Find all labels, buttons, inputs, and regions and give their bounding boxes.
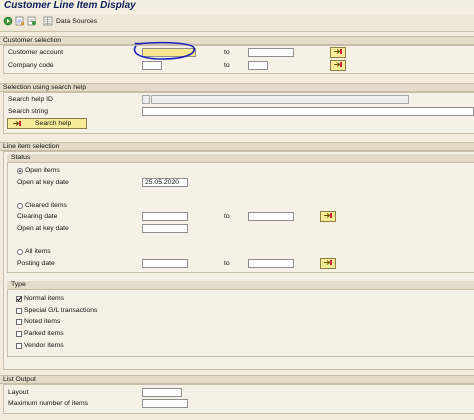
normal-items-label: Normal items (24, 295, 65, 302)
clearing-date-multiple-selection-button[interactable] (320, 211, 336, 222)
line-item-selection-header: Line item selection (0, 142, 474, 151)
cleared-items-label: Cleared items (25, 202, 67, 209)
search-help-header: Selection using search help (0, 83, 474, 92)
clearing-date-from-input[interactable] (142, 212, 188, 221)
customer-account-label: Customer account (8, 49, 64, 56)
customer-selection-panel (3, 45, 474, 74)
customer-account-to-label: to (224, 49, 230, 56)
posting-date-to-label: to (224, 260, 230, 267)
save-variant-icon[interactable] (15, 16, 25, 26)
list-output-panel (3, 384, 474, 414)
checkmark-icon (16, 296, 22, 302)
cleared-open-at-key-date-label: Open at key date (17, 225, 69, 232)
search-help-id-label: Search help ID (8, 96, 53, 103)
clearing-date-to-label: to (224, 213, 230, 220)
special-gl-label: Special G/L transactions (24, 307, 98, 314)
multiple-selection-icon (323, 212, 333, 221)
clearing-date-to-input[interactable] (248, 212, 294, 221)
cleared-open-at-key-date-input[interactable] (142, 224, 188, 233)
multiple-selection-icon (333, 61, 343, 70)
vendor-items-label: Vendor items (24, 342, 64, 349)
company-code-label: Company code (8, 62, 54, 69)
open-items-label: Open items (25, 167, 60, 174)
posting-date-from-input[interactable] (142, 259, 188, 268)
normal-items-checkbox[interactable] (16, 296, 22, 302)
search-help-id-small-input[interactable] (142, 95, 150, 104)
customer-account-multiple-selection-button[interactable] (330, 47, 346, 58)
multiple-selection-icon (333, 48, 343, 57)
search-help-id-input[interactable] (151, 95, 409, 104)
open-at-key-date-label: Open at key date (17, 179, 69, 186)
customer-account-to-input[interactable] (248, 48, 294, 57)
noted-items-checkbox[interactable] (16, 319, 22, 325)
window-title: Customer Line Item Display (4, 0, 136, 11)
get-variant-icon[interactable] (27, 16, 37, 26)
data-sources-icon[interactable] (43, 16, 53, 26)
type-header: Type (7, 281, 474, 290)
search-help-button-label: Search help (35, 120, 72, 127)
all-items-label: All items (25, 248, 51, 255)
special-gl-checkbox[interactable] (16, 308, 22, 314)
status-header: Status (7, 154, 474, 163)
customer-selection-header: Customer selection (0, 36, 474, 45)
noted-items-label: Noted items (24, 318, 61, 325)
list-output-header: List Output (0, 375, 474, 384)
company-code-to-label: to (224, 62, 230, 69)
layout-input[interactable] (142, 388, 182, 397)
posting-date-to-input[interactable] (248, 259, 294, 268)
layout-label: Layout (8, 389, 29, 396)
company-code-to-input[interactable] (248, 61, 268, 70)
search-string-label: Search string (8, 108, 49, 115)
all-items-radio[interactable] (17, 249, 23, 255)
company-code-multiple-selection-button[interactable] (330, 60, 346, 71)
open-at-key-date-input[interactable]: 25.05.2020 (142, 178, 188, 187)
posting-date-multiple-selection-button[interactable] (320, 258, 336, 269)
type-group (7, 281, 474, 357)
cleared-items-radio[interactable] (17, 203, 23, 209)
max-items-label: Maximum number of items (8, 400, 89, 407)
multiple-selection-icon (323, 259, 333, 268)
data-sources-button[interactable]: Data Sources (56, 18, 97, 26)
company-code-from-input[interactable] (142, 61, 162, 70)
parked-items-checkbox[interactable] (16, 331, 22, 337)
parked-items-label: Parked items (24, 330, 64, 337)
annotation-circle (133, 41, 195, 60)
search-string-input[interactable] (142, 107, 474, 116)
status-group (7, 154, 474, 273)
search-help-button[interactable]: Search help (7, 118, 87, 129)
vendor-items-checkbox[interactable] (16, 343, 22, 349)
execute-icon[interactable] (3, 16, 13, 26)
max-items-input[interactable] (142, 399, 188, 408)
posting-date-label: Posting date (17, 260, 55, 267)
open-items-radio[interactable] (17, 168, 23, 174)
search-help-icon (12, 120, 22, 130)
clearing-date-label: Clearing date (17, 213, 58, 220)
